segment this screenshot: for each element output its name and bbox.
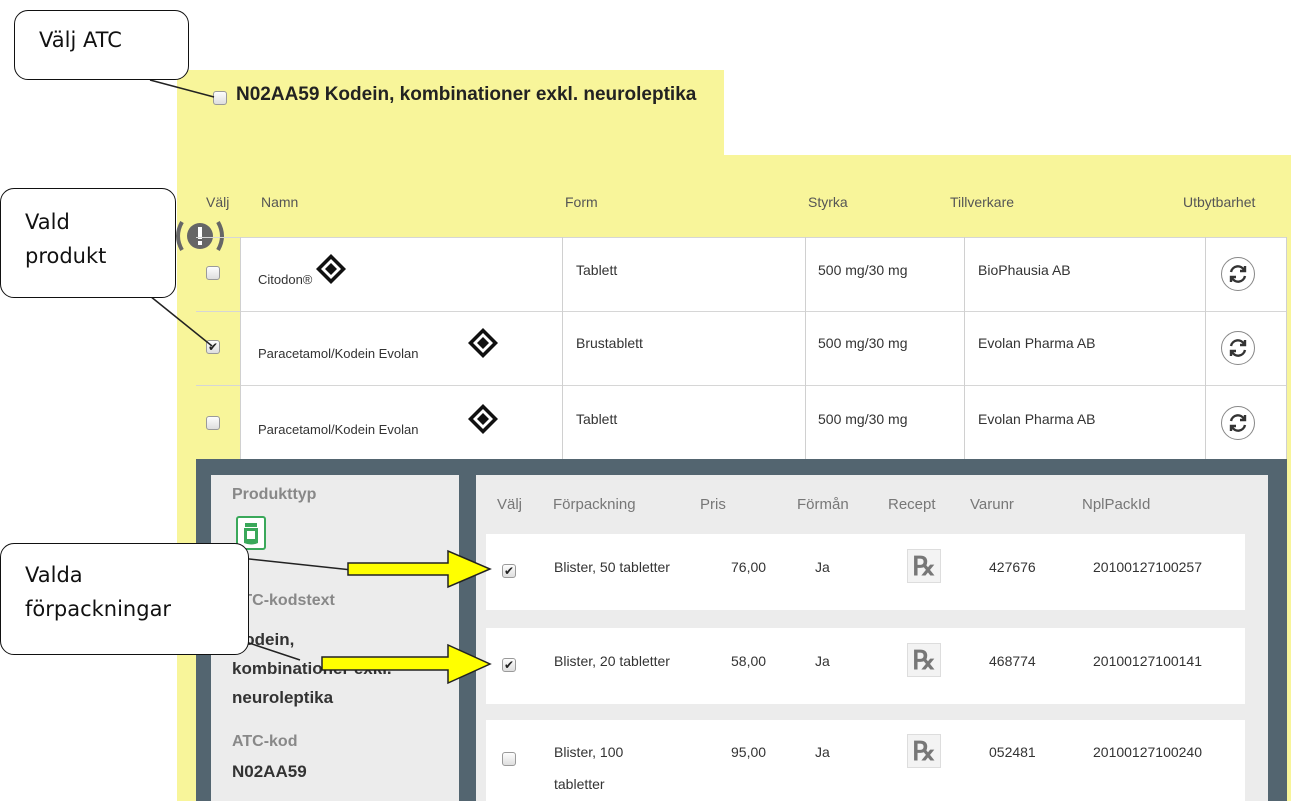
yellow-arrow-icon [347, 549, 492, 589]
callout-text: förpackningar [25, 597, 172, 621]
callout-leader-line [149, 295, 213, 347]
yellow-arrow-icon [321, 643, 492, 685]
callout-text: Vald [25, 210, 70, 234]
annotation-overlay [149, 79, 492, 685]
callout-valj-atc: Välj ATC [14, 10, 189, 80]
callout-leader-line [239, 639, 301, 661]
callout-text: produkt [25, 244, 107, 268]
callout-text: Valda [25, 563, 83, 587]
callout-leader-line [239, 557, 353, 571]
callout-text: Välj ATC [39, 28, 122, 52]
callout-vald-produkt: Vald produkt [0, 188, 176, 298]
callout-leader-line [149, 79, 215, 98]
callout-valda-forpackningar: Valda förpackningar [0, 543, 249, 655]
